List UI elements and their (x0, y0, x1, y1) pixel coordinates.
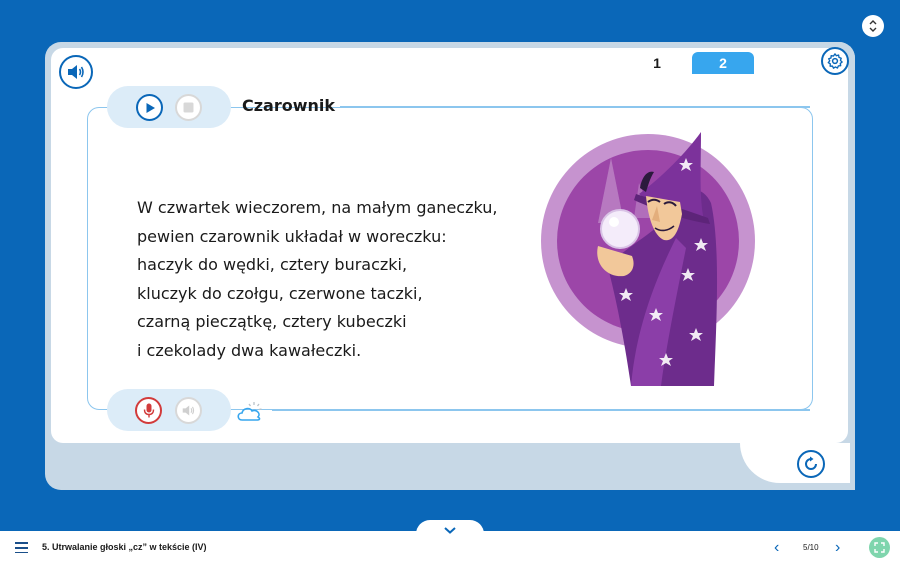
tab-2[interactable]: 2 (692, 52, 754, 74)
stop-button[interactable] (175, 94, 202, 121)
microphone-icon (143, 403, 154, 418)
settings-button[interactable] (821, 47, 849, 75)
lesson-title: 5. Utrwalanie głoski „cz” w tekście (IV) (42, 542, 207, 552)
speaker-icon (68, 65, 84, 79)
divider (340, 106, 810, 108)
hamburger-menu-icon[interactable] (15, 542, 28, 556)
poem-line: czarną pieczątkę, cztery kubeczki (137, 312, 407, 331)
recording-controls (107, 389, 231, 431)
exercise-title: Czarownik (242, 96, 336, 115)
record-button[interactable] (135, 397, 162, 424)
audio-controls (107, 86, 231, 128)
next-page-button[interactable]: › (835, 539, 840, 557)
play-icon (146, 102, 155, 113)
play-recording-button[interactable] (175, 397, 202, 424)
poem-text: W czwartek wieczorem, na małym ganeczku,… (137, 194, 497, 365)
poem-line: pewien czarownik układał w woreczku: (137, 226, 447, 246)
stop-icon (183, 102, 194, 113)
read-instructions-button[interactable] (59, 55, 93, 89)
poem-line: i czekolady dwa kawałeczki. (137, 340, 362, 360)
scroll-toggle-button[interactable] (862, 15, 884, 37)
up-down-chevron-icon (869, 20, 877, 32)
fullscreen-button[interactable] (869, 537, 890, 558)
poem-line: kluczyk do czołgu, czerwone taczki, (137, 283, 423, 303)
poem-line: W czwartek wieczorem, na małym ganeczku, (137, 198, 498, 217)
wizard-illustration (541, 132, 755, 386)
collapse-button[interactable] (416, 520, 484, 534)
previous-page-button[interactable]: ‹ (774, 539, 779, 557)
speaker-icon (182, 405, 195, 416)
divider (272, 409, 810, 411)
tab-1[interactable]: 1 (626, 52, 688, 74)
cloud-sun-icon (237, 402, 262, 421)
gear-icon (827, 53, 843, 69)
fullscreen-icon (874, 542, 885, 553)
play-button[interactable] (136, 94, 163, 121)
reset-button[interactable] (797, 450, 825, 478)
refresh-icon (805, 456, 817, 470)
poem-line: haczyk do wędki, cztery buraczki, (137, 255, 408, 274)
page-indicator: 5/10 (803, 543, 819, 552)
chevron-down-icon (444, 527, 456, 534)
